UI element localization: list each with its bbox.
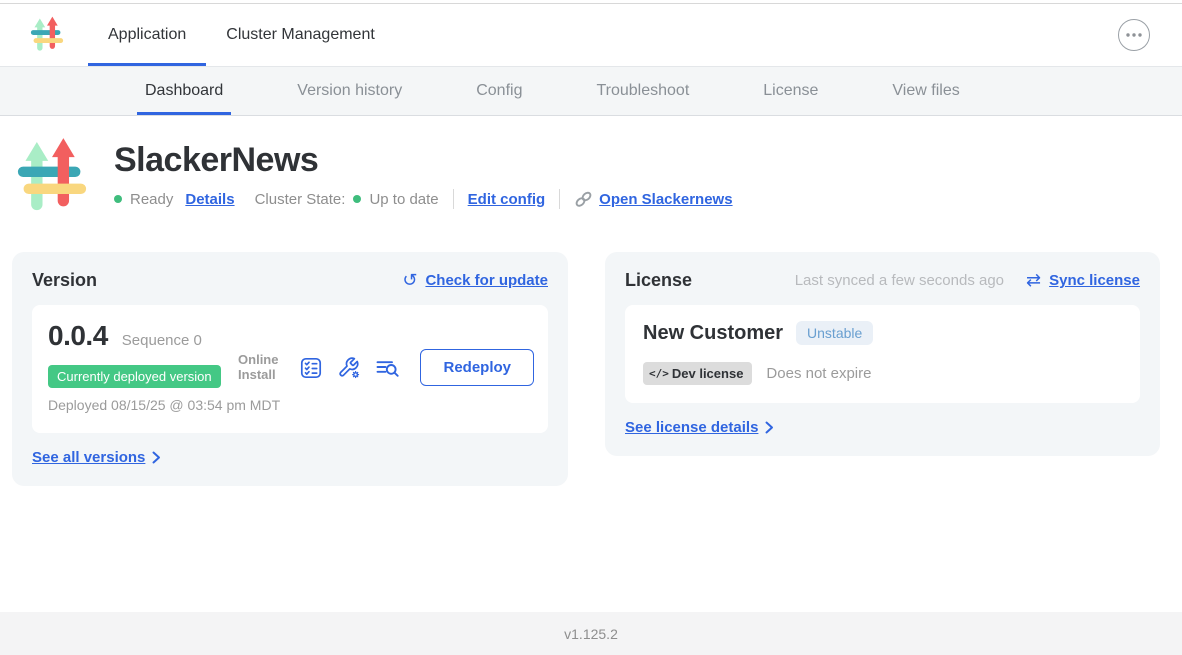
edit-config-link[interactable]: Edit config (468, 191, 546, 208)
license-type-label: Dev license (672, 366, 744, 381)
version-card-title: Version (32, 270, 97, 291)
overflow-menu-button[interactable] (1118, 19, 1150, 51)
license-card: License Last synced a few seconds ago ⇄ … (605, 252, 1160, 456)
divider (559, 189, 560, 209)
sequence-label: Sequence 0 (122, 332, 202, 349)
open-app-link[interactable]: Open Slackernews (599, 191, 732, 208)
chevron-right-icon (152, 451, 161, 464)
ellipsis-icon (1126, 33, 1142, 37)
license-expiry-text: Does not expire (766, 365, 871, 382)
license-panel: New Customer Unstable </> Dev license Do… (625, 305, 1140, 403)
check-for-update-link[interactable]: Check for update (425, 272, 548, 289)
app-logo-large-icon (16, 136, 88, 218)
sync-license-link[interactable]: Sync license (1049, 272, 1140, 289)
tab-config-label: Config (476, 82, 522, 100)
see-all-versions-link[interactable]: See all versions (32, 449, 145, 466)
config-wrench-icon[interactable] (330, 356, 368, 380)
app-header-bar: Application Cluster Management (0, 4, 1182, 67)
app-logo-icon[interactable] (30, 15, 64, 55)
app-status-text: Ready (130, 191, 173, 208)
install-type-label: Online Install (238, 353, 278, 383)
cluster-state-label: Cluster State: (255, 191, 346, 208)
deployed-badge: Currently deployed version (48, 365, 221, 388)
customer-name: New Customer (643, 322, 783, 345)
top-nav: Application Cluster Management (88, 4, 395, 66)
preflight-checks-icon[interactable] (292, 356, 330, 380)
tab-cluster-management-label: Cluster Management (226, 26, 375, 44)
code-icon: </> (649, 367, 669, 380)
tab-application[interactable]: Application (88, 4, 206, 66)
tab-config[interactable]: Config (476, 67, 522, 115)
license-card-title: License (625, 270, 692, 291)
console-version-text: v1.125.2 (564, 626, 618, 642)
app-status-dot (114, 195, 122, 203)
sync-icon: ⇄ (1026, 272, 1041, 290)
version-actions: Online Install (238, 349, 534, 386)
tab-license-label: License (763, 82, 818, 100)
chevron-right-icon (765, 421, 774, 434)
deployed-timestamp: Deployed 08/15/25 @ 03:54 pm MDT (48, 397, 288, 415)
tab-troubleshoot[interactable]: Troubleshoot (596, 67, 689, 115)
app-status-row: Ready Details Cluster State: Up to date … (114, 189, 733, 209)
dashboard-main: SlackerNews Ready Details Cluster State:… (0, 116, 1182, 612)
see-license-details-link[interactable]: See license details (625, 419, 758, 436)
link-chain-icon (574, 190, 593, 209)
app-title-block: SlackerNews Ready Details Cluster State:… (0, 116, 1182, 218)
tab-application-label: Application (108, 26, 186, 44)
version-card: Version ↺ Check for update 0.0.4 Sequenc… (12, 252, 568, 486)
tab-version-history-label: Version history (297, 82, 402, 100)
cluster-state-value: Up to date (369, 191, 438, 208)
tab-cluster-management[interactable]: Cluster Management (206, 4, 395, 66)
tab-dashboard-label: Dashboard (145, 82, 223, 100)
license-type-badge: </> Dev license (643, 362, 752, 385)
page-title: SlackerNews (114, 142, 733, 179)
refresh-icon: ↺ (402, 272, 417, 290)
tab-view-files-label: View files (892, 82, 959, 100)
version-number: 0.0.4 (48, 320, 108, 352)
cluster-state-dot (353, 195, 361, 203)
current-version-panel: 0.0.4 Sequence 0 Currently deployed vers… (32, 305, 548, 433)
divider (453, 189, 454, 209)
console-footer: v1.125.2 (0, 612, 1182, 655)
last-synced-text: Last synced a few seconds ago (795, 272, 1004, 289)
tab-view-files[interactable]: View files (892, 67, 959, 115)
redeploy-button[interactable]: Redeploy (420, 349, 534, 386)
view-logs-icon[interactable] (368, 356, 408, 380)
tab-troubleshoot-label: Troubleshoot (596, 82, 689, 100)
tab-license[interactable]: License (763, 67, 818, 115)
app-subnav: Dashboard Version history Config Trouble… (0, 67, 1182, 116)
tab-version-history[interactable]: Version history (297, 67, 402, 115)
channel-badge: Unstable (796, 321, 873, 345)
tab-dashboard[interactable]: Dashboard (145, 67, 223, 115)
details-link[interactable]: Details (185, 191, 234, 208)
